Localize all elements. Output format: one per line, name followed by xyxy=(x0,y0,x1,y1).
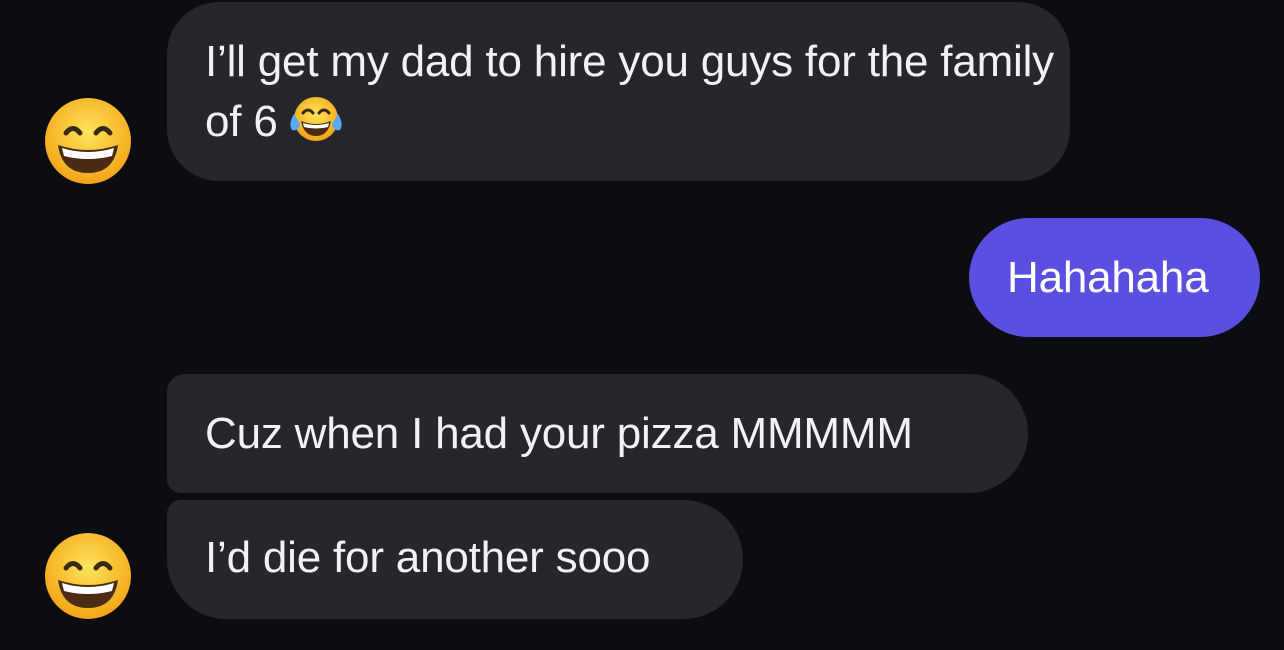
incoming-message-bubble[interactable]: I’ll get my dad to hire you guys for the… xyxy=(167,2,1070,181)
sender-avatar[interactable] xyxy=(42,95,134,187)
outgoing-message-bubble[interactable]: Hahahaha xyxy=(969,218,1260,337)
face-with-tears-of-joy-icon xyxy=(288,94,344,144)
message-text: Hahahaha xyxy=(1007,253,1209,302)
grinning-face-avatar-icon xyxy=(45,98,131,184)
sender-avatar[interactable] xyxy=(42,530,134,622)
incoming-message-bubble[interactable]: I’d die for another sooo xyxy=(167,500,743,619)
message-text: I’d die for another sooo xyxy=(205,533,651,582)
message-text: Cuz when I had your pizza MMMMM xyxy=(205,409,913,458)
incoming-message-bubble[interactable]: Cuz when I had your pizza MMMMM xyxy=(167,374,1028,493)
grinning-face-avatar-icon xyxy=(45,533,131,619)
